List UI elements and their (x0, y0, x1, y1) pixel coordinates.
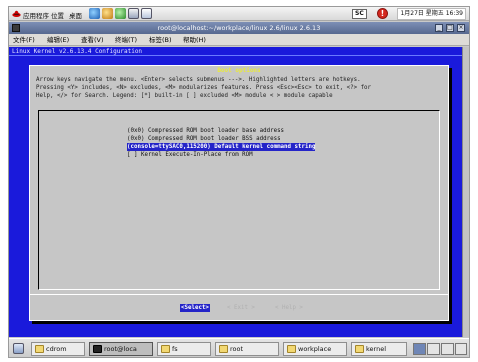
task-label: fs (172, 345, 178, 353)
folder-icon (219, 345, 228, 353)
menu-edit[interactable]: 编辑(E) (47, 34, 69, 46)
folder-icon (287, 345, 296, 353)
clock[interactable]: 1月27日 星期五 16:39 (397, 8, 466, 20)
menu-tabs[interactable]: 标签(B) (149, 34, 172, 46)
menu-view[interactable]: 查看(V) (81, 34, 104, 46)
presentation-launcher-icon[interactable] (128, 8, 139, 19)
show-desktop-icon[interactable] (13, 343, 24, 354)
menu-item-execute-in-place[interactable]: [ ] Kernel Execute-In-Place from ROM (127, 151, 253, 159)
menu-item-rom-base-address[interactable]: (0x0) Compressed ROM boot loader base ad… (127, 127, 284, 135)
update-alert-icon[interactable]: ! (377, 8, 388, 19)
workspace-1[interactable] (413, 343, 426, 355)
sc-badge[interactable]: SC (352, 9, 367, 19)
help-button[interactable]: < Help > (275, 304, 303, 312)
workspace-3[interactable] (441, 343, 454, 355)
screenshot-frame: 应用程序 位置 桌面 SC ! 1月27日 星期五 16:39 root@loc… (8, 6, 470, 358)
mail-launcher-icon[interactable] (102, 8, 113, 19)
menu-item-kernel-command-string[interactable]: (console=ttySAC0,115200) Default kernel … (127, 143, 316, 151)
options-menu: (0x0) Compressed ROM boot loader base ad… (38, 110, 440, 290)
folder-icon (355, 345, 364, 353)
terminal-scrollbar[interactable] (462, 47, 469, 337)
menu-desktop[interactable]: 桌面 (69, 10, 82, 20)
task-label: kernel (366, 345, 387, 353)
window-menu-icon[interactable] (12, 24, 20, 32)
document-launcher-icon[interactable] (141, 8, 152, 19)
dialog-button-bar: <Select> < Exit > < Help > (30, 294, 448, 320)
menu-item-rom-bss-address[interactable]: (0x0) Compressed ROM boot loader BSS add… (127, 135, 281, 143)
window-title: root@localhost:~/workplace/linux 2.6/lin… (157, 24, 321, 32)
terminal-area[interactable]: Linux Kernel v2.6.13.4 Configuration Boo… (9, 47, 469, 337)
dialog-title: Boot options (214, 67, 264, 74)
help-line: Arrow keys navigate the menu. <Enter> se… (36, 77, 361, 83)
task-cdrom[interactable]: cdrom (31, 342, 85, 356)
menu-applications[interactable]: 应用程序 (23, 10, 49, 20)
menu-terminal[interactable]: 终端(T) (115, 34, 137, 46)
folder-icon (161, 345, 170, 353)
task-label: workplace (298, 345, 332, 353)
menu-file[interactable]: 文件(F) (13, 34, 35, 46)
menuconfig-dialog: Boot options Arrow keys navigate the men… (29, 65, 449, 321)
window-titlebar[interactable]: root@localhost:~/workplace/linux 2.6/lin… (9, 22, 469, 34)
task-kernel[interactable]: kernel (351, 342, 407, 356)
task-label: root (230, 345, 244, 353)
task-label: cdrom (46, 345, 67, 353)
top-panel: 应用程序 位置 桌面 SC ! 1月27日 星期五 16:39 (9, 7, 469, 21)
browser-launcher-icon[interactable] (89, 8, 100, 19)
bottom-panel: cdrom root@loca fs root workplace kernel (9, 338, 469, 357)
maximize-icon[interactable]: □ (446, 24, 454, 32)
minimize-icon[interactable]: _ (435, 24, 443, 32)
workspace-2[interactable] (427, 343, 440, 355)
task-terminal[interactable]: root@loca (89, 342, 153, 356)
terminal-menubar: 文件(F) 编辑(E) 查看(V) 终端(T) 标签(B) 帮助(H) (9, 34, 469, 46)
config-header: Linux Kernel v2.6.13.4 Configuration (9, 47, 469, 56)
help-line: Pressing <Y> includes, <N> excludes, <M>… (36, 85, 372, 91)
workspace-4[interactable] (455, 343, 467, 355)
select-button[interactable]: <Select> (180, 304, 210, 312)
redhat-logo-icon[interactable] (12, 9, 21, 18)
menu-places[interactable]: 位置 (51, 10, 64, 20)
menu-help[interactable]: 帮助(H) (183, 34, 206, 46)
close-icon[interactable]: × (457, 24, 465, 32)
task-root[interactable]: root (215, 342, 279, 356)
task-workplace[interactable]: workplace (283, 342, 347, 356)
office-launcher-icon[interactable] (115, 8, 126, 19)
folder-icon (35, 345, 44, 353)
dialog-title-bar: Boot options (30, 67, 448, 75)
task-fs[interactable]: fs (157, 342, 211, 356)
terminal-icon (93, 345, 102, 353)
task-label: root@loca (104, 345, 137, 353)
exit-button[interactable]: < Exit > (227, 304, 255, 312)
help-line: Help, </> for Search. Legend: [*] built-… (36, 93, 333, 99)
